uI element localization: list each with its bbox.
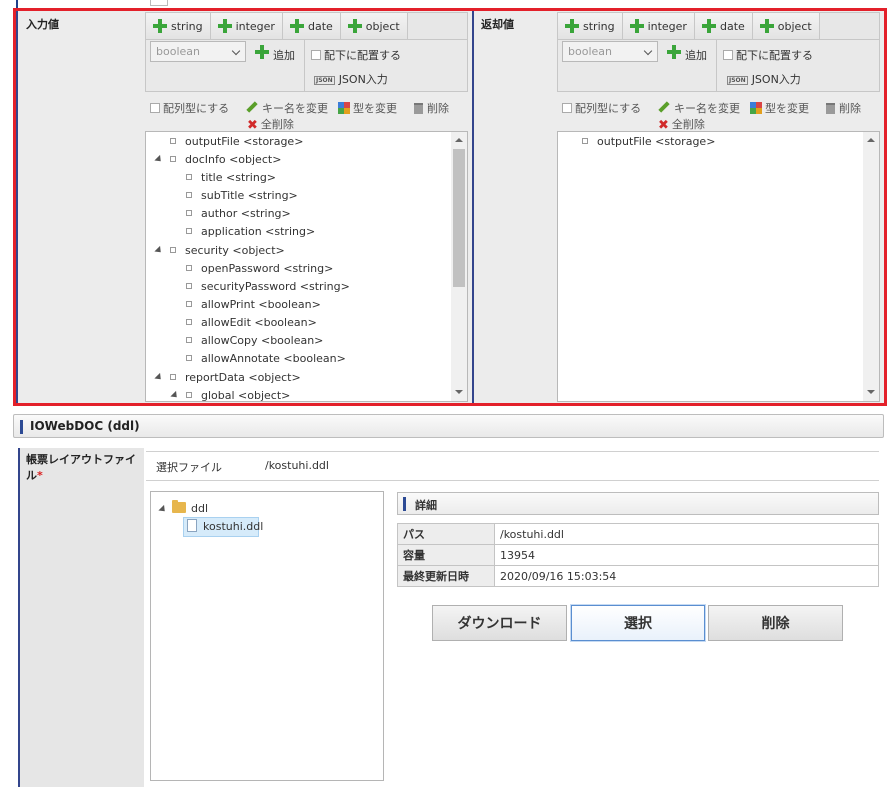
detail-header: 詳細 [397,492,879,515]
detail-title: 詳細 [415,499,437,512]
detail-table: パス/kostuhi.ddl 容量 13954 最終更新日時 2020/09/16 … [397,523,879,587]
top-accent-line [16,0,18,8]
file-node-kostuhi[interactable]: kostuhi.ddl [187,518,263,536]
required-mark: * [37,469,43,482]
selected-file-label: 選択ファイル [156,461,222,474]
download-button[interactable]: ダウンロード [432,605,567,641]
top-field-fragment [150,0,168,6]
delete-button[interactable]: 削除 [708,605,843,641]
folder-node-ddl[interactable]: ddl [172,500,208,518]
select-button[interactable]: 選択 [571,605,705,641]
file-icon [187,519,197,532]
expand-triangle-icon[interactable] [158,504,168,515]
folder-icon [172,500,186,513]
selected-file-row: 選択ファイル /kostuhi.ddl [146,451,879,481]
table-row: 最終更新日時 2020/09/16 15:03:54 [397,565,879,587]
section-header: IOWebDOC (ddl) [13,414,884,438]
layout-file-label: 帳票レイアウトファイル* [26,453,136,482]
highlight-frame [13,8,887,406]
section-title: IOWebDOC (ddl) [30,419,140,433]
table-row: パス/kostuhi.ddl [397,523,879,545]
form-label-cell [18,448,144,787]
table-row: 容量 13954 [397,544,879,566]
selected-file-value: /kostuhi.ddl [265,459,329,472]
